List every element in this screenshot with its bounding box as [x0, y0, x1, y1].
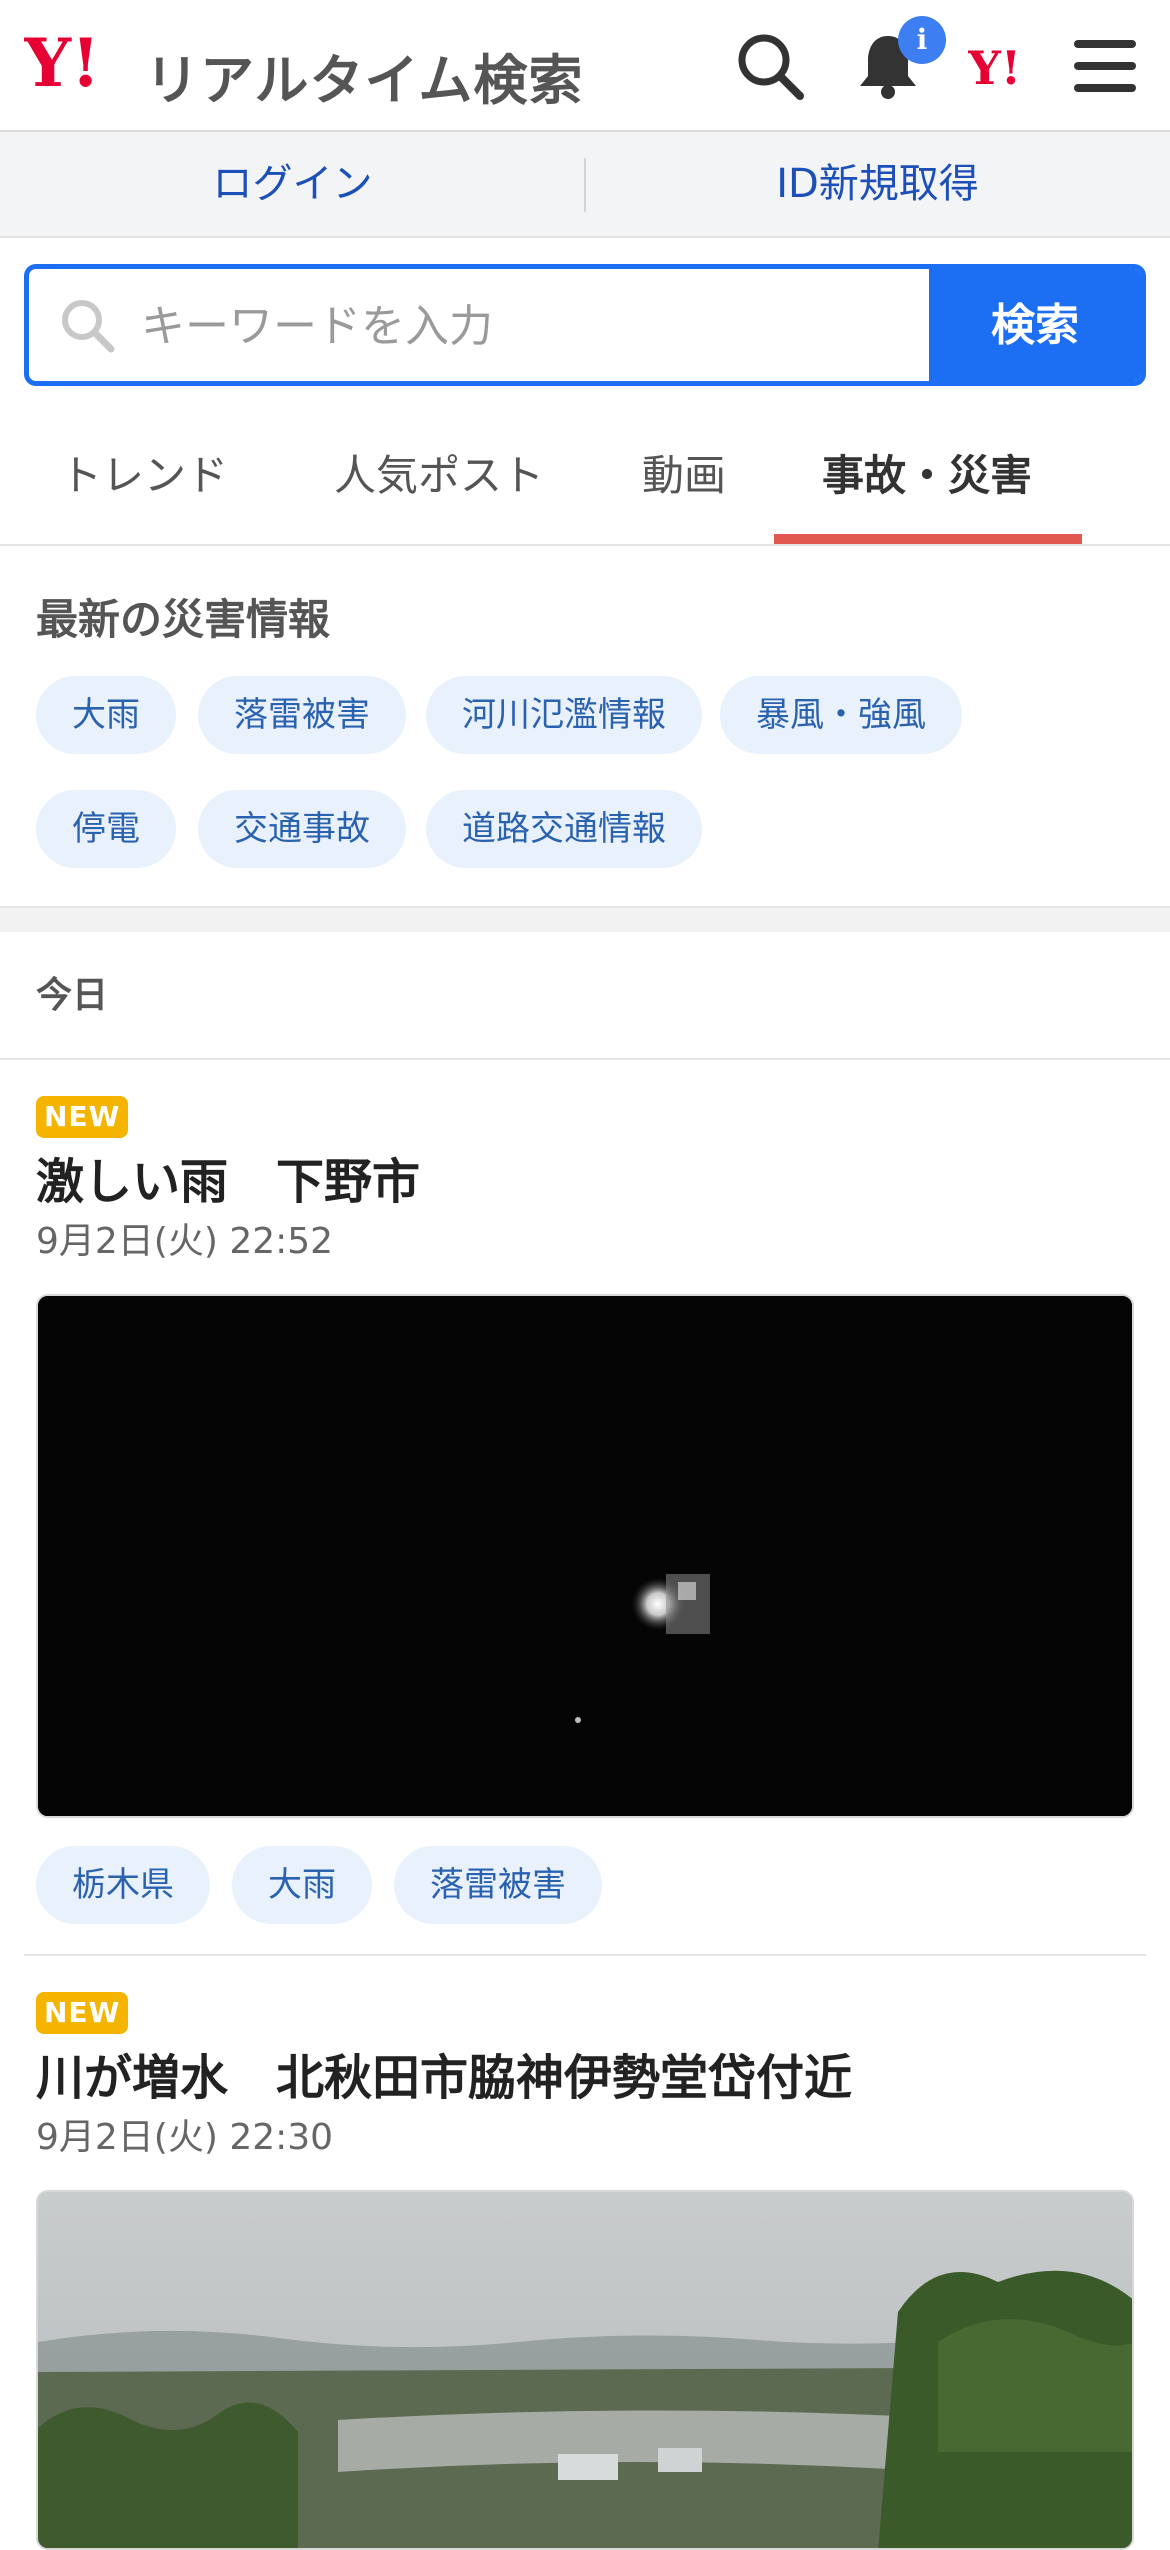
chip-lightning-damage[interactable]: 落雷被害 [198, 676, 406, 754]
chip-river-flood[interactable]: 河川氾濫情報 [426, 676, 702, 754]
svg-text:Y!: Y! [968, 41, 1021, 94]
chip-road-traffic[interactable]: 道路交通情報 [426, 790, 702, 868]
divider [0, 1058, 1170, 1060]
tab-video[interactable]: 動画 [642, 442, 726, 542]
login-link[interactable]: ログイン [0, 132, 585, 236]
flooded-river-image [38, 2192, 1132, 2548]
post-time: 9月2日(火) 22:52 [36, 1221, 334, 1262]
page-title: リアルタイム検索 [145, 49, 584, 112]
chip-power-outage[interactable]: 停電 [36, 790, 176, 868]
tab-popular-posts[interactable]: 人気ポスト [334, 442, 544, 542]
signup-link[interactable]: ID新規取得 [585, 132, 1170, 236]
search-box: 検索 [24, 264, 1146, 386]
chip-storm-wind[interactable]: 暴風・強風 [720, 676, 962, 754]
section-separator [0, 906, 1170, 932]
search-button[interactable]: 検索 [929, 269, 1141, 381]
search-field-icon [62, 300, 115, 353]
tab-trend[interactable]: トレンド [60, 442, 228, 542]
yahoo-mark-icon[interactable]: Y! [968, 40, 1048, 94]
tag-tochigi[interactable]: 栃木県 [36, 1846, 210, 1924]
post-time: 9月2日(火) 22:30 [36, 2117, 334, 2158]
svg-text:Y!: Y! [24, 28, 100, 98]
night-scene-image [38, 1296, 1132, 1816]
new-badge: NEW [36, 1096, 129, 1138]
post-title[interactable]: 激しい雨 下野市 [36, 1142, 420, 1212]
tag-lightning-damage[interactable]: 落雷被害 [394, 1846, 602, 1924]
menu-icon[interactable] [1066, 28, 1146, 104]
search-icon[interactable] [732, 28, 808, 104]
day-label: 今日 [36, 975, 109, 1016]
yahoo-logo-icon[interactable]: Y! [24, 28, 144, 98]
tag-heavy-rain[interactable]: 大雨 [232, 1846, 372, 1924]
search-input[interactable] [139, 279, 943, 373]
disaster-section-title: 最新の災害情報 [36, 595, 331, 644]
auth-bar: ログイン ID新規取得 [0, 132, 1170, 238]
active-tab-indicator [774, 534, 1082, 544]
chip-heavy-rain[interactable]: 大雨 [36, 676, 176, 754]
tab-bar: トレンド 人気ポスト 動画 事故・災害 [0, 412, 1170, 546]
post-title[interactable]: 川が増水 北秋田市脇神伊勢堂岱付近 [36, 2038, 852, 2108]
app-header: Y! リアルタイム検索 i Y! [0, 0, 1170, 132]
post-video-thumbnail[interactable] [36, 1294, 1134, 1818]
tab-accidents-disasters[interactable]: 事故・災害 [822, 442, 1032, 542]
notification-badge: i [898, 16, 946, 64]
chip-traffic-accident[interactable]: 交通事故 [198, 790, 406, 868]
post-photo-thumbnail[interactable] [36, 2190, 1134, 2550]
new-badge: NEW [36, 1992, 129, 2034]
divider [24, 1954, 1146, 1956]
